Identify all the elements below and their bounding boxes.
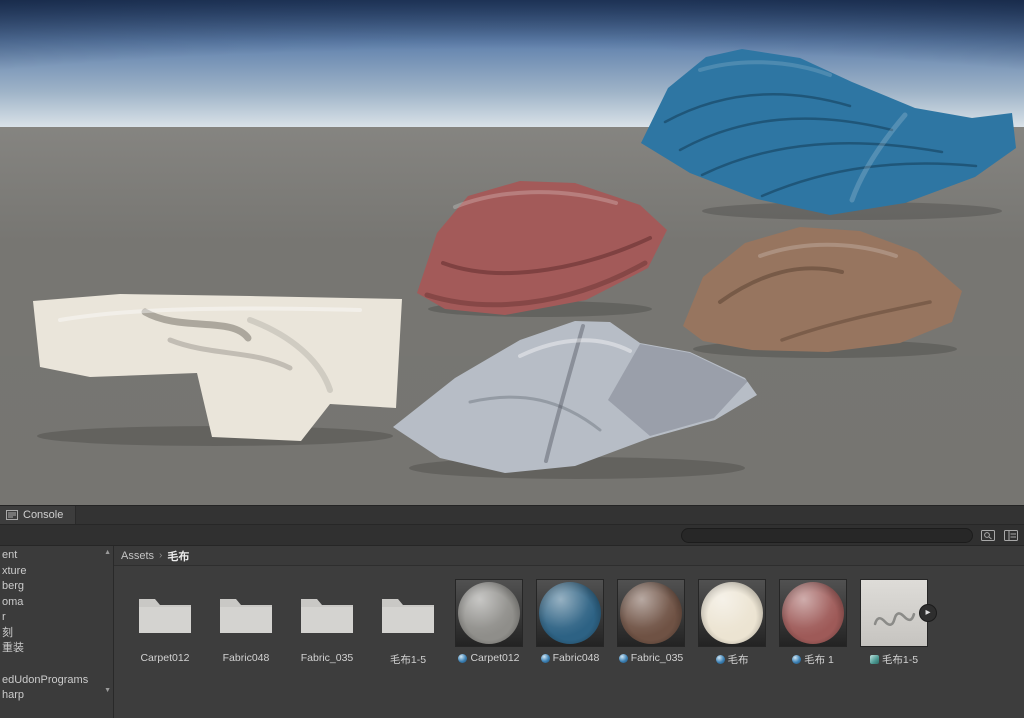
sidebar-item[interactable]: oma — [0, 595, 113, 611]
asset-label: 毛布1-5 — [390, 652, 426, 667]
blue-fabric[interactable] — [641, 49, 1016, 215]
sidebar-item[interactable]: harp — [0, 688, 113, 704]
sidebar-item[interactable]: 重装 — [0, 641, 113, 657]
folder-icon — [382, 599, 434, 633]
search-window-button[interactable] — [978, 527, 998, 544]
material-sphere — [620, 582, 682, 644]
material-item[interactable]: 毛布 — [696, 579, 768, 667]
expand-subassets-button[interactable]: ▸ — [919, 604, 937, 622]
model-preview: ▸ — [860, 579, 937, 647]
folder-thumb — [374, 579, 442, 647]
material-icon — [618, 653, 628, 663]
folder-item[interactable]: Fabric048 — [210, 579, 282, 664]
material-preview — [698, 579, 766, 647]
layout-columns-icon — [1004, 530, 1018, 541]
material-icon — [540, 653, 550, 663]
unity-editor-window: Console ent xture berg oma r 刻 重装 edUdon… — [0, 0, 1024, 718]
material-sphere — [782, 582, 844, 644]
cloth-mesh-preview-icon — [873, 612, 916, 626]
material-sphere — [458, 582, 520, 644]
sidebar-item[interactable]: edUdonPrograms — [0, 673, 113, 689]
material-icon — [458, 653, 468, 663]
asset-label: 毛布 1 — [792, 652, 834, 667]
folder-icon — [139, 599, 191, 633]
folder-icon — [220, 599, 272, 633]
asset-label-text: Fabric_035 — [300, 652, 354, 664]
asset-label-text: 毛布 — [727, 654, 749, 666]
asset-label-text: Fabric048 — [222, 652, 270, 664]
material-icon — [715, 655, 725, 664]
white-fabric[interactable] — [33, 294, 402, 441]
folder-thumb — [131, 579, 199, 647]
console-tab-bar: Console — [0, 505, 1024, 524]
scroll-down-arrow[interactable]: ▼ — [104, 687, 111, 695]
folder-icon — [301, 599, 353, 633]
asset-label: Fabric_035 — [301, 652, 354, 664]
asset-label: 毛布 — [715, 652, 749, 667]
sidebar-item[interactable]: xture — [0, 564, 113, 580]
asset-label: Fabric048 — [223, 652, 270, 664]
breadcrumb: Assets › 毛布 — [114, 546, 1024, 566]
asset-grid: Carpet012 Fabric048 Fabric_035 毛布1-5 Car… — [114, 566, 1024, 667]
console-search-input[interactable] — [681, 527, 973, 543]
project-main: Assets › 毛布 Carpet012 Fabric048 Fabric_0… — [114, 546, 1024, 718]
asset-label: Carpet012 — [140, 652, 189, 664]
gray-fabric[interactable] — [393, 321, 757, 473]
tab-console[interactable]: Console — [0, 506, 77, 524]
scroll-up-arrow[interactable]: ▲ — [104, 549, 111, 557]
asset-label-text: Fabric048 — [552, 652, 600, 664]
material-preview — [617, 579, 685, 647]
model-item[interactable]: ▸ 毛布1-5 — [858, 579, 937, 667]
console-toolbar — [0, 524, 1024, 545]
sidebar-item[interactable]: r — [0, 610, 113, 626]
asset-label-text: Fabric_035 — [630, 652, 684, 664]
sidebar-item[interactable]: berg — [0, 579, 113, 595]
project-sidebar[interactable]: ent xture berg oma r 刻 重装 edUdonPrograms… — [0, 546, 114, 718]
console-tab-label: Console — [23, 509, 64, 521]
asset-label-text: Carpet012 — [470, 652, 520, 664]
scene-objects — [33, 49, 1016, 479]
asset-label-text: 毛布1-5 — [389, 654, 427, 666]
scene-view[interactable] — [0, 0, 1024, 505]
sidebar-item[interactable]: ent — [0, 548, 113, 564]
asset-label: Fabric048 — [540, 652, 600, 664]
material-preview — [455, 579, 523, 647]
red-fabric[interactable] — [417, 181, 667, 315]
asset-label-text: 毛布1-5 — [881, 654, 919, 666]
material-icon — [792, 655, 802, 664]
material-preview — [779, 579, 847, 647]
breadcrumb-assets[interactable]: Assets — [121, 550, 154, 562]
material-preview — [536, 579, 604, 647]
folder-thumb — [212, 579, 280, 647]
brown-fabric[interactable] — [683, 227, 962, 352]
material-sphere — [701, 582, 763, 644]
material-item[interactable]: Fabric_035 — [615, 579, 687, 664]
material-item[interactable]: Carpet012 — [453, 579, 525, 664]
material-item[interactable]: 毛布 1 — [777, 579, 849, 667]
asset-label: Fabric_035 — [618, 652, 684, 664]
asset-label: Carpet012 — [458, 652, 520, 664]
folder-item[interactable]: Carpet012 — [129, 579, 201, 664]
layout-columns-button[interactable] — [1001, 527, 1021, 544]
material-sphere — [539, 582, 601, 644]
search-window-icon — [981, 530, 995, 541]
folder-item[interactable]: 毛布1-5 — [372, 579, 444, 667]
asset-label-text: Carpet012 — [140, 652, 190, 664]
folder-thumb — [293, 579, 361, 647]
project-browser: ent xture berg oma r 刻 重装 edUdonPrograms… — [0, 545, 1024, 718]
mesh-icon — [869, 655, 879, 664]
asset-label-text: 毛布 1 — [804, 654, 834, 666]
folder-item[interactable]: Fabric_035 — [291, 579, 363, 664]
breadcrumb-current[interactable]: 毛布 — [167, 548, 189, 564]
asset-label: 毛布1-5 — [869, 652, 919, 667]
sidebar-item[interactable]: 刻 — [0, 626, 113, 642]
console-icon — [6, 510, 18, 520]
breadcrumb-separator-icon: › — [159, 550, 163, 561]
search-field-wrap — [681, 527, 973, 543]
material-item[interactable]: Fabric048 — [534, 579, 606, 664]
